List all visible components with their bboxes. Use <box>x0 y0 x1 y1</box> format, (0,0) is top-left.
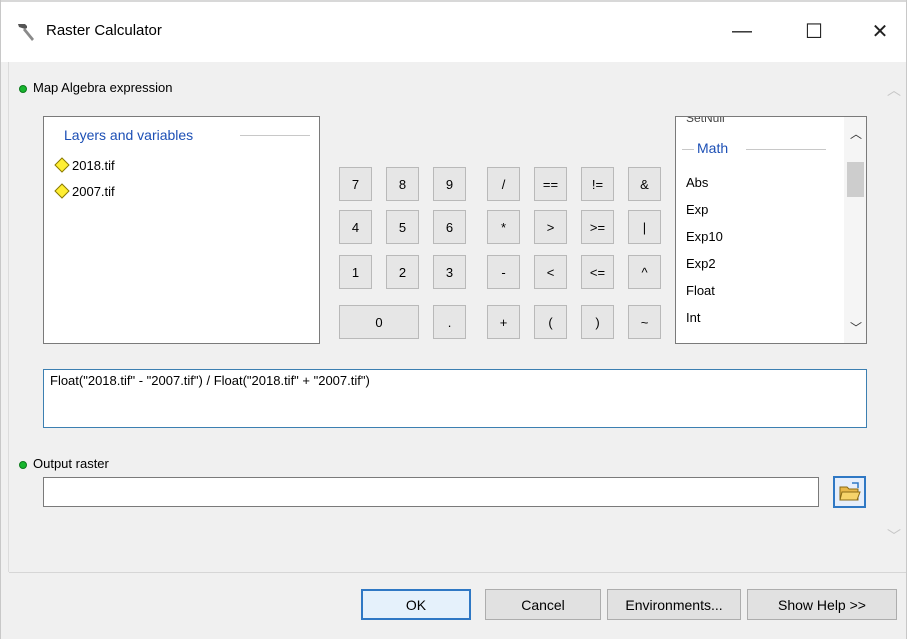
function-item[interactable]: Float <box>686 283 715 298</box>
key-multiply[interactable]: * <box>487 210 520 244</box>
group-divider <box>746 149 826 150</box>
key-4[interactable]: 4 <box>339 210 372 244</box>
title-bar[interactable]: Raster Calculator — ☐ ✕ <box>1 0 906 62</box>
output-raster-label: Output raster <box>19 456 109 471</box>
key-greater[interactable]: > <box>534 210 567 244</box>
window-title: Raster Calculator <box>46 22 162 39</box>
key-less[interactable]: < <box>534 255 567 289</box>
scroll-down-icon[interactable]: ﹀ <box>887 526 901 546</box>
maximize-icon: ☐ <box>805 20 823 43</box>
key-0[interactable]: 0 <box>339 305 419 339</box>
scroll-up-icon[interactable]: ︿ <box>887 80 901 100</box>
key-2[interactable]: 2 <box>386 255 419 289</box>
open-folder-icon <box>838 482 861 501</box>
ok-button[interactable]: OK <box>361 589 471 620</box>
clipped-function-item[interactable]: SetNull <box>686 117 725 125</box>
key-equal[interactable]: == <box>534 167 567 201</box>
browse-button[interactable] <box>833 476 866 508</box>
minimize-icon: — <box>732 19 752 42</box>
key-and[interactable]: & <box>628 167 661 201</box>
chevron-up-icon[interactable]: ︿ <box>850 125 862 142</box>
minimize-button[interactable]: — <box>719 8 765 54</box>
maximize-button[interactable]: ☐ <box>791 8 837 54</box>
output-raster-input[interactable] <box>43 477 819 507</box>
map-algebra-label: Map Algebra expression <box>19 80 172 95</box>
close-button[interactable]: ✕ <box>857 8 903 54</box>
key-or[interactable]: | <box>628 210 661 244</box>
function-item[interactable]: Abs <box>686 175 708 190</box>
key-not[interactable]: ~ <box>628 305 661 339</box>
layer-item[interactable]: 2007.tif <box>54 183 115 199</box>
math-group-header: Math <box>697 140 729 156</box>
key-not-equal[interactable]: != <box>581 167 614 201</box>
dialog-scrollbar[interactable]: ︿ ﹀ <box>881 62 906 572</box>
dialog-footer: OK Cancel Environments... Show Help >> <box>9 572 906 639</box>
close-icon: ✕ <box>871 20 889 43</box>
key-6[interactable]: 6 <box>433 210 466 244</box>
raster-layer-icon <box>54 157 70 173</box>
layer-item[interactable]: 2018.tif <box>54 157 115 173</box>
key-greater-equal[interactable]: >= <box>581 210 614 244</box>
key-plus[interactable]: + <box>487 305 520 339</box>
key-3[interactable]: 3 <box>433 255 466 289</box>
hammer-icon <box>15 20 37 42</box>
function-item[interactable]: Exp <box>686 202 708 217</box>
group-divider <box>240 135 310 136</box>
show-help-button[interactable]: Show Help >> <box>747 589 897 620</box>
expression-input[interactable]: Float("2018.tif" - "2007.tif") / Float("… <box>43 369 867 428</box>
key-8[interactable]: 8 <box>386 167 419 201</box>
green-bullet-icon <box>19 84 27 93</box>
key-open-paren[interactable]: ( <box>534 305 567 339</box>
chevron-down-icon[interactable]: ﹀ <box>850 319 862 336</box>
group-divider <box>682 149 694 150</box>
function-item[interactable]: Exp2 <box>686 256 716 271</box>
key-1[interactable]: 1 <box>339 255 372 289</box>
function-item[interactable]: Exp10 <box>686 229 723 244</box>
raster-layer-icon <box>54 183 70 199</box>
key-9[interactable]: 9 <box>433 167 466 201</box>
key-decimal[interactable]: . <box>433 305 466 339</box>
key-minus[interactable]: - <box>487 255 520 289</box>
functions-list[interactable]: SetNull Math Abs Exp Exp10 Exp2 Float In… <box>675 116 867 344</box>
key-7[interactable]: 7 <box>339 167 372 201</box>
key-less-equal[interactable]: <= <box>581 255 614 289</box>
left-edge <box>1 62 9 572</box>
functions-scrollbar[interactable]: ︿ ﹀ <box>844 117 866 343</box>
key-close-paren[interactable]: ) <box>581 305 614 339</box>
key-xor[interactable]: ^ <box>628 255 661 289</box>
layers-group-header: Layers and variables <box>64 127 194 143</box>
key-5[interactable]: 5 <box>386 210 419 244</box>
raster-calculator-window: Raster Calculator — ☐ ✕ ︿ ﹀ Map Algebra … <box>0 0 907 639</box>
function-item[interactable]: Int <box>686 310 700 325</box>
title-top-strip <box>1 0 906 2</box>
scrollbar-thumb[interactable] <box>847 162 864 197</box>
green-bullet-icon <box>19 460 27 469</box>
cancel-button[interactable]: Cancel <box>485 589 601 620</box>
environments-button[interactable]: Environments... <box>607 589 741 620</box>
layers-list[interactable]: Layers and variables 2018.tif 2007.tif <box>43 116 320 344</box>
key-divide[interactable]: / <box>487 167 520 201</box>
